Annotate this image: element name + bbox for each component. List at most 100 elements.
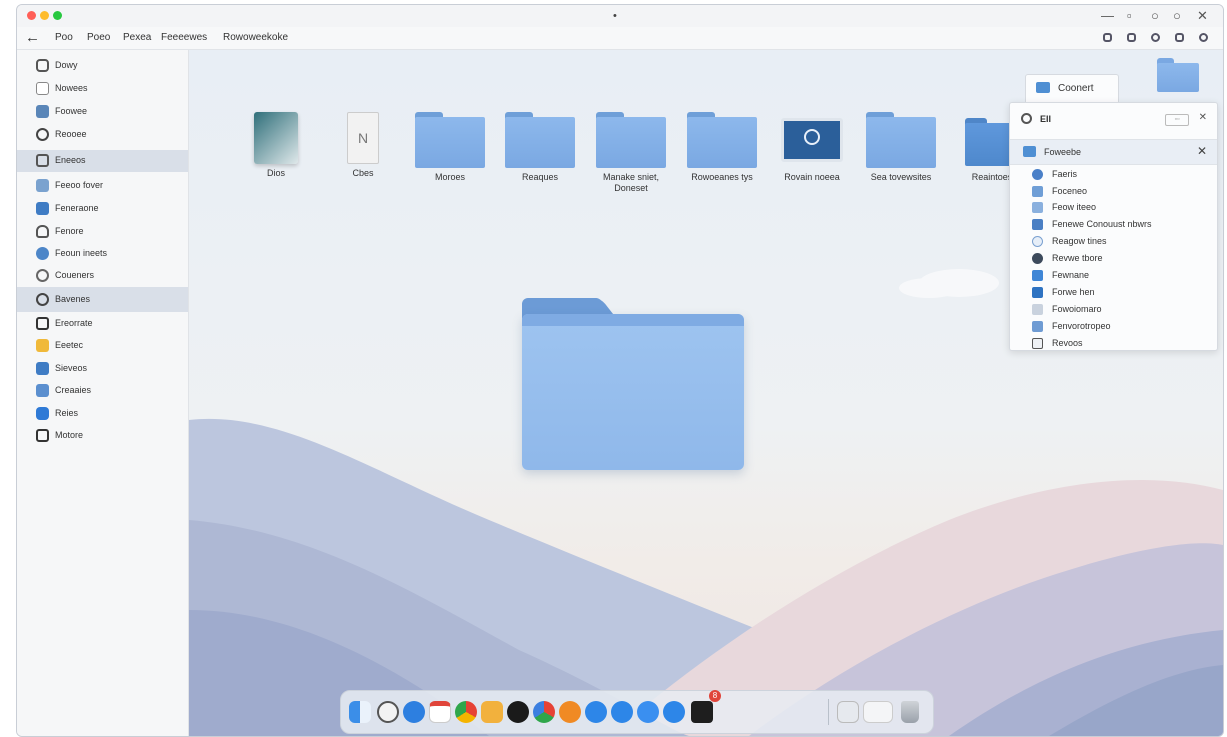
panel-menu-item[interactable]: Foceneo: [1010, 183, 1217, 200]
panel-tab[interactable]: Coonert: [1025, 74, 1119, 103]
chrome-icon[interactable]: [455, 701, 477, 723]
desktop-item[interactable]: Rovain noeea: [767, 112, 857, 183]
panel-menu-item[interactable]: Fowoiomaro: [1010, 301, 1217, 318]
sidebar-item-foowee[interactable]: Foowee: [17, 101, 188, 123]
breadcrumb-item[interactable]: Feeeewes: [161, 32, 207, 43]
sidebar-item-label: Dowy: [55, 60, 78, 70]
panel-menu-item[interactable]: Revwe tbore: [1010, 250, 1217, 267]
option-control[interactable]: ○: [1173, 8, 1181, 23]
desktop-item[interactable]: N Cbes: [318, 112, 408, 179]
sidebar-item-sieveos[interactable]: Sieveos: [17, 358, 188, 380]
restore-control[interactable]: ○: [1151, 8, 1159, 23]
tag-icon[interactable]: [1127, 33, 1136, 42]
sidebar-item-eneeos[interactable]: Eneeos: [17, 150, 188, 172]
monitor-icon: [36, 202, 49, 215]
minimize-control[interactable]: —: [1101, 8, 1114, 23]
sidebar: Dowy Nowees Foowee Reooee Eneeos Feeoo f…: [17, 50, 189, 736]
toolbar: ← Poo Poeo Pexea Feeeewes Rowoweekoke: [17, 27, 1223, 50]
sidebar-item-feneraone[interactable]: Feneraone: [17, 198, 188, 220]
panel-item-label: Reagow tines: [1052, 236, 1107, 246]
close-control[interactable]: ✕: [1197, 8, 1208, 24]
firefox-icon[interactable]: [559, 701, 581, 723]
desktop-item[interactable]: Moroes: [405, 112, 495, 183]
share-icon[interactable]: [1103, 33, 1112, 42]
sidebar-item-motore[interactable]: Motore: [17, 425, 188, 447]
box-icon: [36, 429, 49, 442]
photo-icon: [36, 179, 49, 192]
desktop-item[interactable]: Manake sniet, Doneset: [586, 112, 676, 194]
desktop-item[interactable]: Rowoeanes tys: [677, 112, 767, 183]
sidebar-item-fenore[interactable]: Fenore: [17, 221, 188, 243]
desktop-item[interactable]: Reaques: [495, 112, 585, 183]
desktop-item[interactable]: Dios: [231, 112, 321, 179]
breadcrumb-item[interactable]: Rowoweekoke: [223, 32, 288, 43]
panel-menu-item[interactable]: Forwe hen: [1010, 284, 1217, 301]
sidebar-item-creaaies[interactable]: Creaaies: [17, 380, 188, 402]
panel-item-label: Fenewe Conouust nbwrs: [1052, 219, 1152, 229]
panel-menu-item[interactable]: Fenvorotropeo: [1010, 318, 1217, 335]
sidebar-item-label: Bavenes: [55, 294, 91, 304]
panel-menu-item[interactable]: Revoos: [1010, 335, 1217, 352]
app-store-icon[interactable]: [663, 701, 685, 723]
panel-menu-item[interactable]: Fewnane: [1010, 267, 1217, 284]
panel-toggle[interactable]: ▫▫: [1165, 114, 1189, 126]
finder-icon[interactable]: [349, 701, 371, 723]
sidebar-item-coueners[interactable]: Coueners: [17, 265, 188, 287]
compass-icon[interactable]: [377, 701, 399, 723]
sidebar-item-ereorrate[interactable]: Ereorrate: [17, 313, 188, 335]
panel-item-label: Revoos: [1052, 338, 1083, 348]
browser-icon[interactable]: [533, 701, 555, 723]
breadcrumb-item[interactable]: Poeo: [87, 32, 110, 43]
safari-icon[interactable]: [403, 701, 425, 723]
app-icon: [1032, 270, 1043, 281]
app-store-icon[interactable]: [637, 701, 659, 723]
cloud-icon: [36, 225, 49, 238]
zoom-window-button[interactable]: [53, 11, 62, 20]
action-icon[interactable]: [1151, 33, 1160, 42]
sidebar-item-feeoo-fover[interactable]: Feeoo fover: [17, 175, 188, 197]
app-store-icon[interactable]: [585, 701, 607, 723]
trash-icon[interactable]: [901, 701, 919, 723]
large-folder-icon[interactable]: [522, 298, 744, 470]
sidebar-item-reooee[interactable]: Reooee: [17, 124, 188, 146]
sidebar-item-feoun-ineets[interactable]: Feoun ineets: [17, 243, 188, 265]
desktop-item-label: Reaques: [521, 172, 559, 182]
monitor-icon: [781, 118, 843, 162]
settings-icon[interactable]: [1199, 33, 1208, 42]
folder-icon: [36, 154, 49, 167]
sidebar-item-dowy[interactable]: Dowy: [17, 55, 188, 77]
panel-menu-item[interactable]: Reagow tines: [1010, 233, 1217, 250]
close-icon[interactable]: ✕: [1199, 112, 1207, 123]
app-store-icon[interactable]: [611, 701, 633, 723]
monitor-icon: [36, 362, 49, 375]
panel-menu-item[interactable]: Feow iteeo: [1010, 199, 1217, 216]
back-button[interactable]: ←: [25, 29, 40, 46]
folder-icon[interactable]: [481, 701, 503, 723]
app-preview-icon: [254, 112, 298, 164]
desktop-item[interactable]: Sea tovewsites: [856, 112, 946, 183]
sidebar-item-reies[interactable]: Reies: [17, 403, 188, 425]
panel-menu-item[interactable]: Fenewe Conouust nbwrs: [1010, 216, 1217, 233]
minimize-window-button[interactable]: [40, 11, 49, 20]
breadcrumb-item[interactable]: Pexea: [123, 32, 151, 43]
close-window-button[interactable]: [27, 11, 36, 20]
downloads-icon[interactable]: [837, 701, 859, 723]
sidebar-item-bavenes[interactable]: Bavenes: [17, 287, 188, 312]
folder-icon: [687, 112, 757, 168]
close-icon[interactable]: ✕: [1197, 144, 1207, 158]
panel-menu-item[interactable]: Faeris: [1010, 166, 1217, 183]
tile-control[interactable]: ▫: [1127, 8, 1132, 23]
panel-selected-row[interactable]: Foweebe ✕: [1010, 139, 1217, 165]
view-icon[interactable]: [1175, 33, 1184, 42]
sidebar-item-eeetec[interactable]: Eeetec: [17, 335, 188, 357]
sidebar-item-nowees[interactable]: Nowees: [17, 78, 188, 100]
terminal-icon[interactable]: [691, 701, 713, 723]
calendar-icon[interactable]: [429, 701, 451, 723]
folder-icon[interactable]: [1157, 58, 1199, 92]
camera-icon: [1032, 186, 1043, 197]
stocks-icon[interactable]: [507, 701, 529, 723]
breadcrumb-item[interactable]: Poo: [55, 32, 73, 43]
folder-icon: [505, 112, 575, 168]
tag-icon: [36, 339, 49, 352]
documents-stack-icon[interactable]: [863, 701, 893, 723]
